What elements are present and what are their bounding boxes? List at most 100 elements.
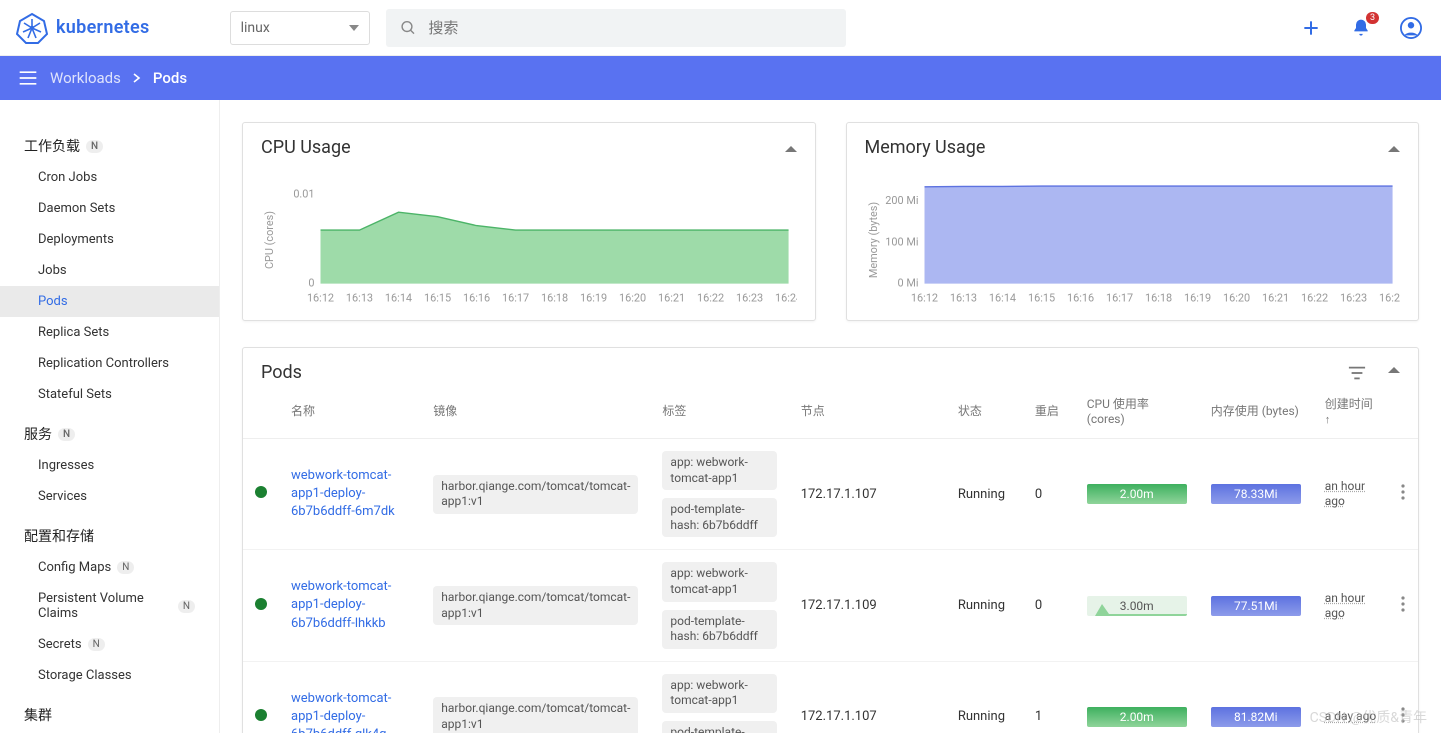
- table-row: webwork-tomcat-app1-deploy-6b7b6ddff-glk…: [243, 661, 1418, 733]
- breadcrumb-parent[interactable]: Workloads: [50, 69, 121, 87]
- svg-text:16:18: 16:18: [1144, 291, 1171, 304]
- svg-text:200 Mi: 200 Mi: [885, 194, 918, 207]
- sidebar-item-secrets[interactable]: SecretsN: [0, 629, 219, 660]
- restarts-cell: 0: [1023, 439, 1075, 550]
- kebab-icon[interactable]: [1401, 484, 1405, 500]
- mem-usage: 78.33Mi: [1211, 484, 1301, 504]
- table-row: webwork-tomcat-app1-deploy-6b7b6ddff-6m7…: [243, 439, 1418, 550]
- label-chip: app: webwork-tomcat-app1: [662, 451, 776, 490]
- image-chip: harbor.qiange.com/tomcat/tomcat-app1:v1: [433, 586, 638, 625]
- svg-text:16:23: 16:23: [736, 291, 763, 304]
- sidebar-item-pods[interactable]: Pods: [0, 286, 219, 317]
- status-dot: [255, 486, 267, 498]
- sidebar-item-jobs[interactable]: Jobs: [0, 255, 219, 286]
- chart-card: CPU Usage CPU (cores) 00.0116:1216:1316:…: [242, 122, 816, 321]
- notifications-button[interactable]: 3: [1347, 14, 1375, 42]
- svg-text:0: 0: [308, 277, 314, 290]
- sidebar-item-persistent-volume-claims[interactable]: Persistent Volume ClaimsN: [0, 583, 219, 629]
- filter-icon[interactable]: [1348, 365, 1366, 381]
- svg-text:16:17: 16:17: [1105, 291, 1132, 304]
- cpu-usage: 2.00m: [1087, 707, 1187, 727]
- svg-text:16:13: 16:13: [346, 291, 373, 304]
- user-button[interactable]: [1397, 14, 1425, 42]
- pod-name-link[interactable]: webwork-tomcat-app1-deploy-6b7b6ddff-glk…: [291, 691, 391, 733]
- svg-text:16:20: 16:20: [1222, 291, 1249, 304]
- svg-text:100 Mi: 100 Mi: [885, 235, 918, 248]
- cpu-usage: 3.00m: [1087, 596, 1187, 616]
- svg-text:16:18: 16:18: [541, 291, 568, 304]
- label-chip: app: webwork-tomcat-app1: [662, 562, 776, 601]
- chevron-right-icon: [133, 73, 141, 83]
- svg-text:16:20: 16:20: [619, 291, 646, 304]
- sidebar: 工作负载NCron JobsDaemon SetsDeploymentsJobs…: [0, 100, 220, 733]
- sidebar-item-deployments[interactable]: Deployments: [0, 224, 219, 255]
- breadcrumb-current: Pods: [153, 69, 187, 87]
- kubernetes-icon: [16, 12, 48, 44]
- top-bar: kubernetes linux 3: [0, 0, 1441, 56]
- svg-text:16:22: 16:22: [1300, 291, 1327, 304]
- main: 工作负载NCron JobsDaemon SetsDeploymentsJobs…: [0, 100, 1441, 733]
- sidebar-item-daemon-sets[interactable]: Daemon Sets: [0, 193, 219, 224]
- svg-text:16:14: 16:14: [385, 291, 412, 304]
- sidebar-item-ingresses[interactable]: Ingresses: [0, 450, 219, 481]
- svg-text:16:14: 16:14: [988, 291, 1015, 304]
- pods-title: Pods: [261, 362, 302, 383]
- sidebar-group-title[interactable]: 服务N: [0, 418, 219, 450]
- svg-text:0 Mi: 0 Mi: [897, 277, 918, 290]
- logo[interactable]: kubernetes: [16, 12, 150, 44]
- create-button[interactable]: [1297, 14, 1325, 42]
- svg-text:CPU (cores): CPU (cores): [263, 211, 276, 269]
- pods-table: 名称镜像 标签节点 状态重启 CPU 使用率 (cores)内存使用 (byte…: [243, 385, 1418, 733]
- chart-card: Memory Usage Memory (bytes) 0 Mi 100 Mi 20…: [846, 122, 1420, 321]
- plus-icon: [1301, 18, 1321, 38]
- sidebar-item-services[interactable]: Services: [0, 481, 219, 512]
- svg-text:0.01: 0.01: [293, 187, 314, 200]
- person-icon: [1400, 17, 1422, 39]
- sidebar-item-cron-jobs[interactable]: Cron Jobs: [0, 162, 219, 193]
- svg-text:16:12: 16:12: [910, 291, 937, 304]
- collapse-icon[interactable]: [1388, 144, 1400, 152]
- cpu-usage: 2.00m: [1087, 484, 1187, 504]
- svg-text:16:16: 16:16: [1066, 291, 1093, 304]
- created-time: an hour ago: [1325, 479, 1365, 508]
- status-cell: Running: [946, 439, 1023, 550]
- sidebar-group-title[interactable]: 工作负载N: [0, 130, 219, 162]
- sidebar-item-replication-controllers[interactable]: Replication Controllers: [0, 348, 219, 379]
- sidebar-item-replica-sets[interactable]: Replica Sets: [0, 317, 219, 348]
- svg-text:16:13: 16:13: [949, 291, 976, 304]
- svg-text:Memory (bytes): Memory (bytes): [866, 202, 879, 279]
- status-dot: [255, 709, 267, 721]
- sidebar-item-storage-classes[interactable]: Storage Classes: [0, 660, 219, 691]
- search-input[interactable]: [428, 19, 831, 37]
- svg-text:16:23: 16:23: [1339, 291, 1366, 304]
- node-cell: 172.17.1.109: [789, 550, 922, 661]
- top-actions: 3: [1297, 14, 1425, 42]
- chart-title: Memory Usage: [865, 137, 986, 158]
- pod-name-link[interactable]: webwork-tomcat-app1-deploy-6b7b6ddff-6m7…: [291, 468, 395, 519]
- restarts-cell: 0: [1023, 550, 1075, 661]
- sidebar-item-config-maps[interactable]: Config MapsN: [0, 552, 219, 583]
- chevron-down-icon: [349, 25, 359, 31]
- sidebar-group-title[interactable]: 集群: [0, 699, 219, 731]
- label-chip: app: webwork-tomcat-app1: [662, 674, 776, 713]
- svg-text:16:15: 16:15: [1027, 291, 1054, 304]
- status-cell: Running: [946, 550, 1023, 661]
- sidebar-item-stateful-sets[interactable]: Stateful Sets: [0, 379, 219, 410]
- collapse-icon[interactable]: [1388, 365, 1400, 373]
- pods-card: Pods 名称镜像 标签节点 状态重启 CPU 使用率 (cores)内存使用 …: [242, 347, 1419, 733]
- sidebar-group-title[interactable]: 配置和存储: [0, 520, 219, 552]
- collapse-icon[interactable]: [785, 144, 797, 152]
- menu-icon[interactable]: [18, 70, 38, 86]
- namespace-value: linux: [241, 20, 270, 36]
- table-row: webwork-tomcat-app1-deploy-6b7b6ddff-lhk…: [243, 550, 1418, 661]
- search-icon: [400, 19, 417, 37]
- chart-svg: CPU (cores) 00.0116:1216:1316:1416:1516:…: [261, 170, 797, 310]
- namespace-select[interactable]: linux: [230, 11, 370, 45]
- search-box[interactable]: [386, 9, 846, 47]
- pod-name-link[interactable]: webwork-tomcat-app1-deploy-6b7b6ddff-lhk…: [291, 579, 391, 630]
- mem-usage: 77.51Mi: [1211, 596, 1301, 616]
- kebab-icon[interactable]: [1401, 596, 1405, 612]
- svg-text:16:21: 16:21: [658, 291, 685, 304]
- svg-text:16:16: 16:16: [463, 291, 490, 304]
- svg-text:16:17: 16:17: [502, 291, 529, 304]
